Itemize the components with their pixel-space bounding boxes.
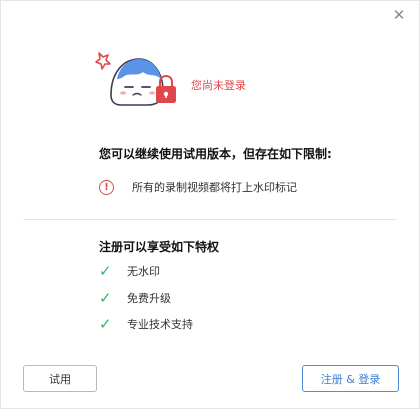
limits-title: 您可以继续使用试用版本，但存在如下限制:	[99, 147, 332, 161]
check-icon: ✓	[99, 314, 112, 333]
login-dialog: ✕ 您尚未登录 您可以继续使用试用版本，但存在如下限制: ! 所有的录制视频都将…	[0, 0, 420, 409]
privilege-item-text: 专业技术支持	[127, 318, 193, 331]
trial-button[interactable]: 试用	[23, 365, 97, 392]
login-status-text: 您尚未登录	[191, 79, 246, 92]
privileges-title: 注册可以享受如下特权	[99, 240, 220, 254]
close-button[interactable]: ✕	[391, 7, 407, 23]
register-login-button[interactable]: 注册 & 登录	[302, 365, 399, 392]
privilege-item: ✓ 专业技术支持	[99, 316, 193, 332]
check-icon: ✓	[99, 288, 112, 307]
hero-section: 您尚未登录	[1, 39, 420, 119]
divider	[23, 219, 397, 220]
limit-item: ! 所有的录制视频都将打上水印标记	[99, 179, 297, 195]
privilege-item: ✓ 免费升级	[99, 290, 171, 306]
privilege-item-text: 无水印	[127, 265, 160, 278]
limit-item-text: 所有的录制视频都将打上水印标记	[132, 181, 297, 194]
privilege-item-text: 免费升级	[127, 292, 171, 305]
mascot-lock-illustration	[95, 52, 176, 106]
alert-circle-icon: !	[99, 179, 114, 195]
privilege-item: ✓ 无水印	[99, 263, 160, 279]
check-icon: ✓	[99, 261, 112, 280]
